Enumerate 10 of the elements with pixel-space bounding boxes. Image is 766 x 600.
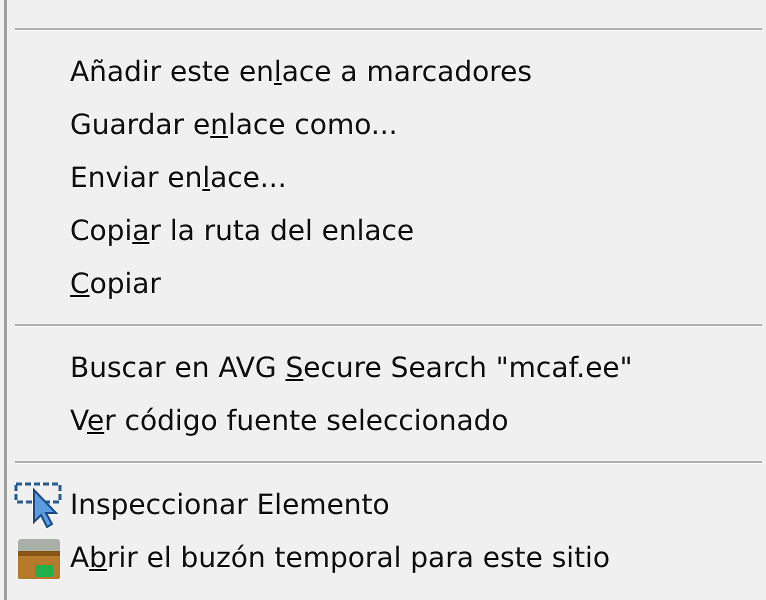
menu-item[interactable]: Inspeccionar Elemento	[70, 488, 390, 521]
menu-item[interactable]: Añadir este enlace a marcadores	[70, 55, 532, 88]
menu-item[interactable]: Guardar enlace como...	[70, 108, 398, 141]
menu-item[interactable]: Copiar la ruta del enlace	[70, 214, 414, 247]
menu-item[interactable]: Ver código fuente seleccionado	[70, 404, 509, 437]
cursor-selection-icon	[14, 482, 64, 528]
menu-item[interactable]: Abrir el buzón temporal para este sitio	[70, 541, 610, 574]
menu-item[interactable]: Buscar en AVG Secure Search "mcaf.ee"	[70, 351, 633, 384]
menu-item[interactable]: Enviar enlace...	[70, 161, 287, 194]
menu-item[interactable]: Copiar	[70, 267, 161, 300]
